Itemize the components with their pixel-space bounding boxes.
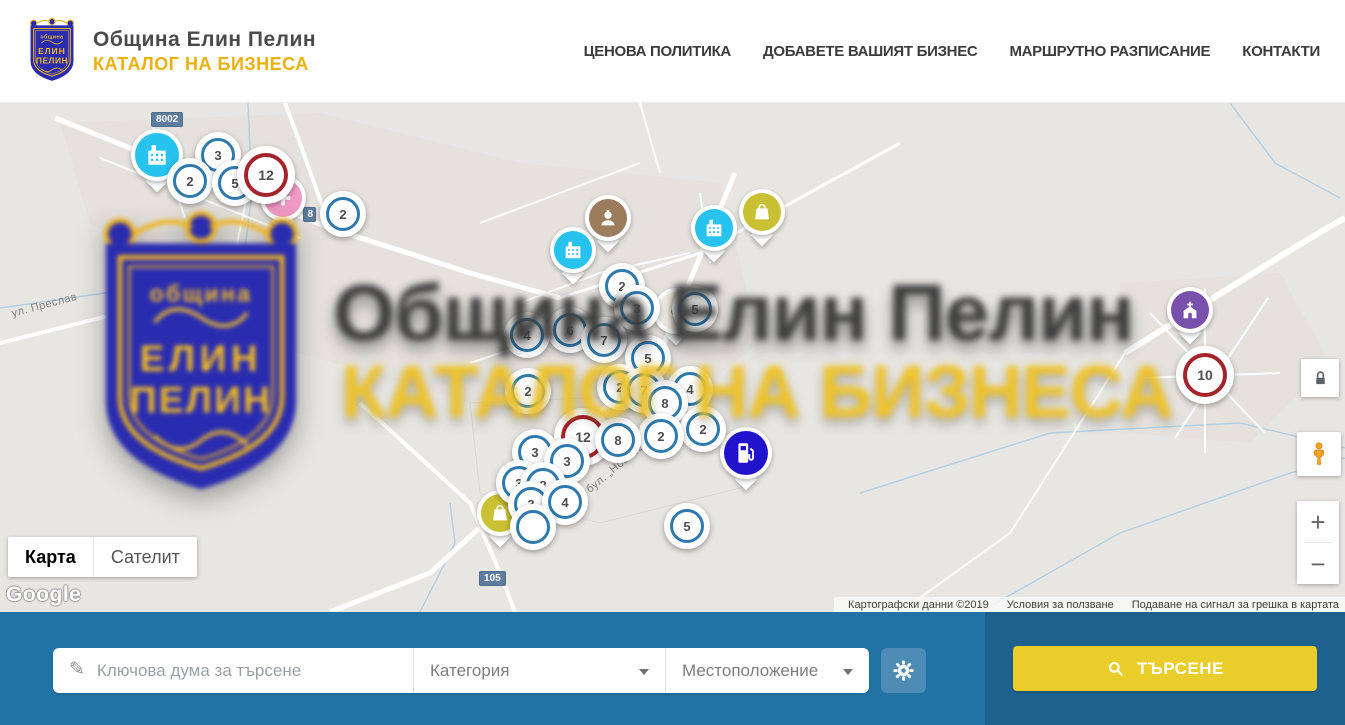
satellite-view-button[interactable]: Сателит — [93, 537, 197, 577]
search-fields: ✎ Категория Местоположение — [53, 648, 869, 693]
main-nav: ЦЕНОВА ПОЛИТИКА ДОБАВЕТЕ ВАШИЯТ БИЗНЕС МАР… — [584, 43, 1320, 60]
search-action-panel: ТЪРСЕНЕ — [985, 612, 1345, 725]
page: община ЕЛИН ПЕЛИН Община Елин Пелин КАТА… — [0, 0, 1345, 725]
cluster-marker[interactable]: 2 — [638, 413, 684, 459]
cluster-marker[interactable]: 8 — [595, 417, 641, 463]
search-icon — [1106, 659, 1125, 678]
cluster-marker[interactable] — [510, 504, 556, 550]
search-button[interactable]: ТЪРСЕНЕ — [1013, 646, 1317, 691]
worker-pin[interactable] — [585, 195, 631, 241]
fuel-pin[interactable] — [720, 427, 772, 479]
pegman-icon — [1306, 441, 1332, 467]
site-title: Община Елин Пелин — [93, 28, 316, 52]
church-pin[interactable] — [1167, 287, 1213, 333]
factory-pin[interactable] — [691, 205, 737, 251]
church-icon — [1171, 291, 1209, 329]
business-markers: 32512223564752274822128333834510 — [0, 103, 1345, 612]
cluster-marker[interactable]: 2 — [680, 406, 726, 452]
chevron-down-icon — [639, 669, 649, 675]
cluster-marker[interactable]: 12 — [237, 146, 295, 204]
chevron-down-icon — [843, 669, 853, 675]
google-logo[interactable]: Google — [6, 583, 81, 607]
factory-icon — [695, 209, 733, 247]
cluster-marker[interactable]: 2 — [505, 368, 551, 414]
street-view-pegman[interactable] — [1297, 432, 1341, 476]
cluster-marker[interactable]: 5 — [664, 503, 710, 549]
bag-pin[interactable] — [739, 189, 785, 235]
lock-icon — [1312, 370, 1329, 387]
cluster-marker[interactable]: 2 — [320, 191, 366, 237]
site-logo[interactable]: община ЕЛИН ПЕЛИН Община Елин Пелин КАТА… — [25, 18, 316, 84]
settings-button[interactable] — [881, 648, 926, 693]
zoom-in-button[interactable]: + — [1297, 501, 1339, 542]
nav-item[interactable]: ДОБАВЕТЕ ВАШИЯТ БИЗНЕС — [763, 43, 977, 60]
header: община ЕЛИН ПЕЛИН Община Елин Пелин КАТА… — [0, 0, 1345, 103]
cluster-marker[interactable]: 5 — [672, 286, 718, 332]
category-select[interactable]: Категория — [413, 648, 665, 693]
map-view-button[interactable]: Карта — [8, 537, 93, 577]
fuel-icon — [724, 431, 768, 475]
map-attribution: Картографски данни ©2019 Условия за полз… — [834, 597, 1345, 612]
map-copyright: Картографски данни ©2019 — [848, 599, 989, 611]
keyword-field: ✎ — [53, 648, 413, 693]
svg-text:община: община — [40, 33, 63, 40]
lock-button[interactable] — [1301, 359, 1339, 397]
nav-item[interactable]: МАРШРУТНО РАЗПИСАНИЕ — [1009, 43, 1210, 60]
map-type-control: Карта Сателит — [8, 537, 197, 577]
bag-icon — [743, 193, 781, 231]
worker-icon — [589, 199, 627, 237]
cluster-marker[interactable]: 7 — [581, 317, 627, 363]
gear-icon — [892, 659, 915, 682]
report-error-link[interactable]: Подаване на сигнал за грешка в картата — [1132, 599, 1339, 611]
zoom-out-button[interactable]: − — [1297, 543, 1339, 584]
cluster-marker[interactable]: 2 — [167, 158, 213, 204]
nav-item[interactable]: КОНТАКТИ — [1242, 43, 1320, 60]
pencil-icon: ✎ — [69, 658, 85, 681]
map-canvas[interactable]: ул. Преславбул. „Новоселци" 80028105 325… — [0, 103, 1345, 612]
svg-text:ПЕЛИН: ПЕЛИН — [36, 56, 68, 66]
svg-text:ЕЛИН: ЕЛИН — [38, 46, 66, 56]
location-select[interactable]: Местоположение — [665, 648, 869, 693]
nav-item[interactable]: ЦЕНОВА ПОЛИТИКА — [584, 43, 731, 60]
zoom-control: + − — [1297, 501, 1339, 584]
terms-link[interactable]: Условия за ползване — [1007, 599, 1114, 611]
cluster-marker[interactable]: 10 — [1176, 346, 1234, 404]
cluster-marker[interactable]: 4 — [504, 312, 550, 358]
keyword-input[interactable] — [97, 661, 397, 681]
search-bar: ТЪРСЕНЕ ✎ Категория Местоположение — [0, 612, 1345, 725]
municipality-crest-icon: община ЕЛИН ПЕЛИН — [25, 18, 79, 84]
site-subtitle: КАТАЛОГ НА БИЗНЕСА — [93, 54, 316, 75]
